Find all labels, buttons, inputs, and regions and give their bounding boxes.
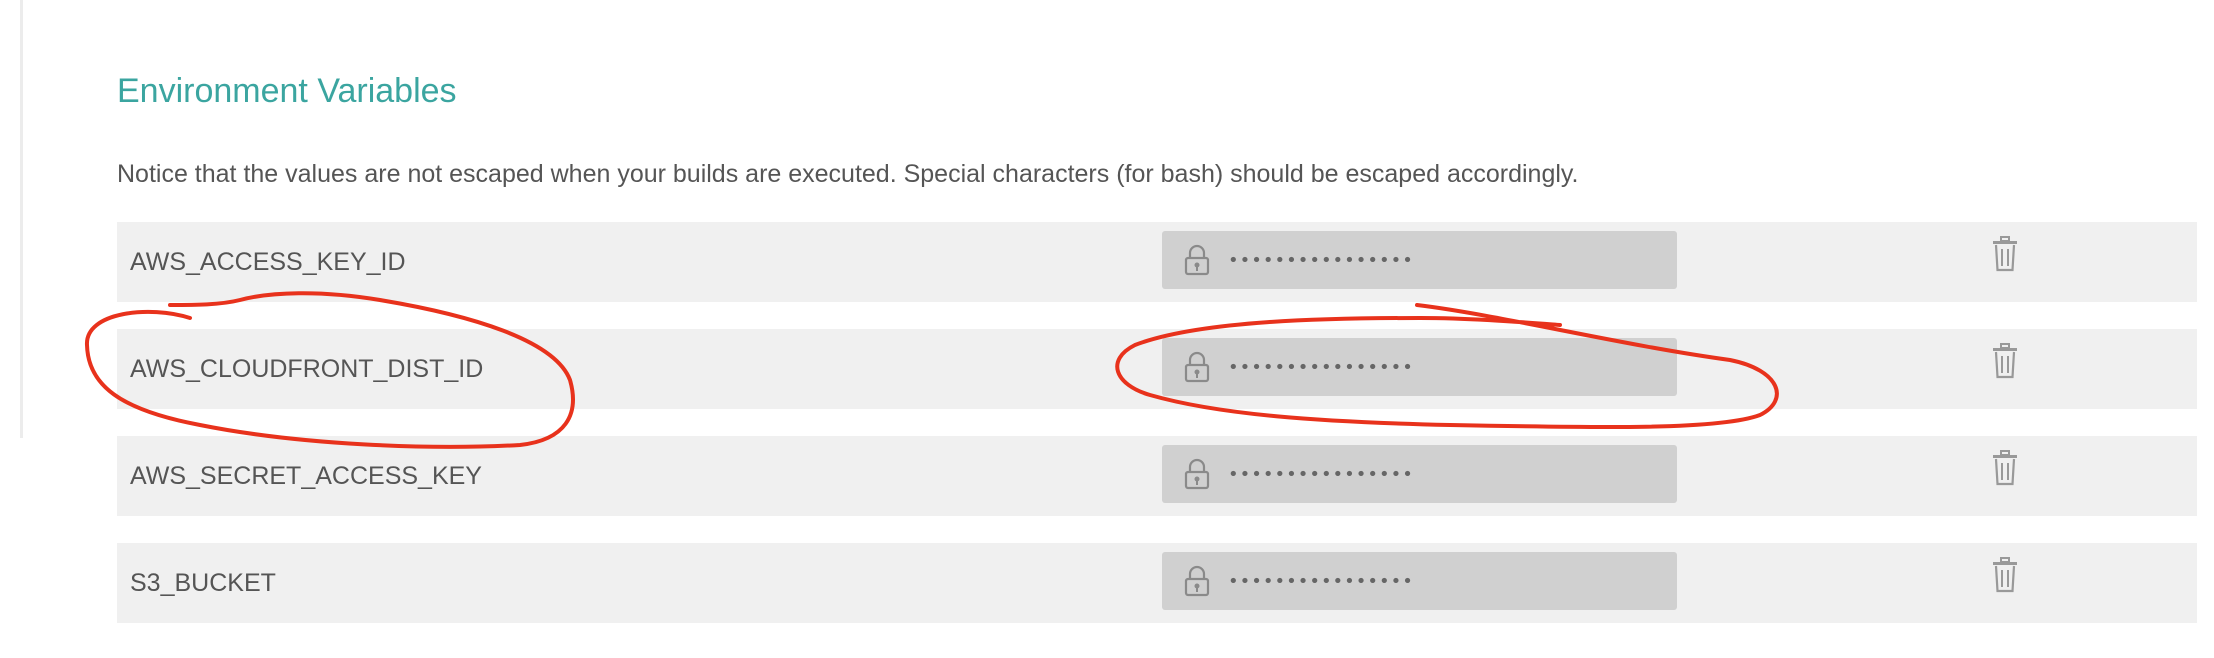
trash-icon[interactable] — [1990, 343, 2020, 379]
env-var-value-field: •••••••••••••••• — [1162, 338, 1677, 396]
env-var-name: AWS_ACCESS_KEY_ID — [130, 248, 406, 276]
env-var-name: AWS_CLOUDFRONT_DIST_ID — [130, 355, 484, 383]
notice-text: Notice that the values are not escaped w… — [117, 160, 1579, 188]
trash-icon[interactable] — [1990, 236, 2020, 272]
env-var-value-field: •••••••••••••••• — [1162, 552, 1677, 610]
env-var-value-field: •••••••••••••••• — [1162, 445, 1677, 503]
page: Environment Variables Notice that the va… — [0, 0, 2214, 658]
section-title: Environment Variables — [117, 72, 457, 110]
masked-value: •••••••••••••••• — [1228, 570, 1414, 592]
lock-icon — [1184, 458, 1210, 490]
env-var-name: AWS_SECRET_ACCESS_KEY — [130, 462, 482, 490]
left-divider — [20, 0, 23, 438]
env-var-value-field: •••••••••••••••• — [1162, 231, 1677, 289]
masked-value: •••••••••••••••• — [1228, 356, 1414, 378]
env-var-list: AWS_ACCESS_KEY_ID •••••••••••••••• AWS_C… — [117, 222, 2197, 650]
lock-icon — [1184, 351, 1210, 383]
masked-value: •••••••••••••••• — [1228, 249, 1414, 271]
env-var-name: S3_BUCKET — [130, 569, 276, 597]
env-var-row: AWS_ACCESS_KEY_ID •••••••••••••••• — [117, 222, 2197, 302]
masked-value: •••••••••••••••• — [1228, 463, 1414, 485]
lock-icon — [1184, 565, 1210, 597]
env-var-row: S3_BUCKET •••••••••••••••• — [117, 543, 2197, 623]
trash-icon[interactable] — [1990, 557, 2020, 593]
env-var-row: AWS_SECRET_ACCESS_KEY •••••••••••••••• — [117, 436, 2197, 516]
trash-icon[interactable] — [1990, 450, 2020, 486]
lock-icon — [1184, 244, 1210, 276]
env-var-row: AWS_CLOUDFRONT_DIST_ID •••••••••••••••• — [117, 329, 2197, 409]
